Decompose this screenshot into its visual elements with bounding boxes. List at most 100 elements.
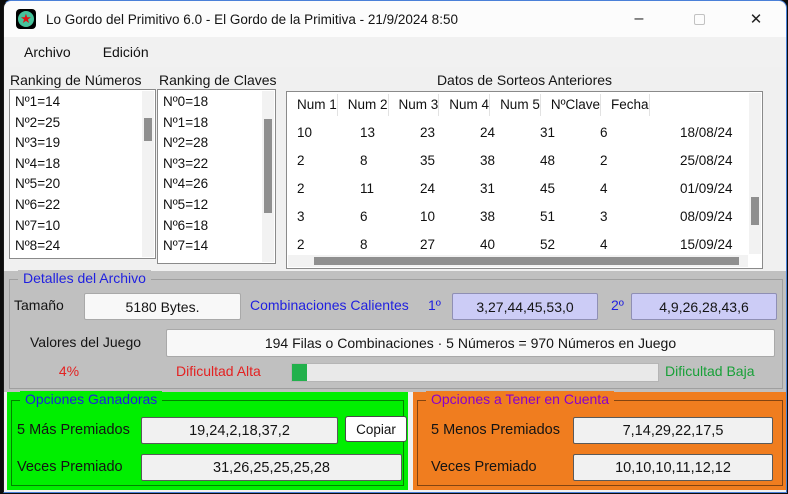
list-item[interactable]: Nº2=28 <box>163 133 275 154</box>
cell-num2: 8 <box>350 153 410 168</box>
cell-fecha: 15/09/24 <box>670 237 750 252</box>
sorteos-table-header: Num 1Num 2Num 3Num 4Num 5NºClaveFecha <box>287 92 762 118</box>
table-hscroll-thumb[interactable] <box>314 257 739 265</box>
list-item[interactable]: Nº0=18 <box>163 92 275 113</box>
ranking-numeros-label: Ranking de Números <box>10 72 142 88</box>
cell-num3: 27 <box>410 237 470 252</box>
cell-num1: 10 <box>287 125 350 140</box>
cell-num5: 45 <box>530 181 590 196</box>
list-item[interactable]: Nº7=10 <box>15 216 155 237</box>
list-item[interactable]: Nº6=18 <box>163 216 275 237</box>
table-row[interactable]: 2 8 35 38 48 2 25/08/24 <box>287 146 762 174</box>
list-item[interactable]: Nº1=14 <box>15 92 155 113</box>
cell-clave: 3 <box>590 209 670 224</box>
list-item[interactable]: Nº4=18 <box>15 154 155 175</box>
dificultad-baja-label: Dificultad Baja <box>665 363 755 379</box>
combinaciones-calientes-label: Combinaciones Calientes <box>250 297 409 313</box>
sorteos-label: Datos de Sorteos Anteriores <box>286 72 763 88</box>
veces-premiado-value: 31,26,25,25,25,28 <box>141 454 402 481</box>
list-item[interactable]: Nº2=25 <box>15 113 155 134</box>
table-row[interactable]: 2 8 27 40 52 4 15/09/24 <box>287 230 762 258</box>
ranking-claves-listbox[interactable]: Nº0=18Nº1=18Nº2=28Nº3=22Nº4=26Nº5=12Nº6=… <box>157 89 276 264</box>
close-button[interactable]: ✕ <box>734 2 778 36</box>
column-header[interactable]: Num 5 <box>490 94 541 116</box>
veces-premiado-label: Veces Premiado <box>17 459 123 475</box>
dificultad-alta-label: Dificultad Alta <box>176 363 261 379</box>
column-header[interactable]: Num 2 <box>338 94 389 116</box>
table-vertical-scrollbar[interactable] <box>749 93 761 254</box>
cell-num2: 6 <box>350 209 410 224</box>
screen: ★ Lo Gordo del Primitivo 6.0 - El Gordo … <box>0 0 788 494</box>
ranking-numeros-listbox[interactable]: Nº1=14Nº2=25Nº3=19Nº4=18Nº5=20Nº6=22Nº7=… <box>9 89 156 259</box>
cell-fecha: 18/08/24 <box>670 125 750 140</box>
table-vscroll-thumb[interactable] <box>751 197 759 225</box>
star-icon-circle: ★ <box>18 11 34 27</box>
cell-num3: 23 <box>410 125 470 140</box>
list-item[interactable]: Nº3=19 <box>15 133 155 154</box>
table-horizontal-scrollbar[interactable] <box>288 255 748 267</box>
claves-scrollbar-thumb[interactable] <box>264 119 272 213</box>
table-row[interactable]: 10 13 23 24 31 6 18/08/24 <box>287 118 762 146</box>
ranking-numeros-items: Nº1=14Nº2=25Nº3=19Nº4=18Nº5=20Nº6=22Nº7=… <box>10 90 155 257</box>
title-bar: ★ Lo Gordo del Primitivo 6.0 - El Gordo … <box>4 1 786 37</box>
cell-num1: 2 <box>287 153 350 168</box>
cell-num3: 10 <box>410 209 470 224</box>
cell-num1: 2 <box>287 181 350 196</box>
star-icon: ★ <box>20 12 32 26</box>
veces-premiado-value2: 10,10,10,11,12,12 <box>573 454 773 481</box>
cell-clave: 4 <box>590 237 670 252</box>
list-item[interactable]: Nº6=22 <box>15 195 155 216</box>
close-icon: ✕ <box>750 10 763 28</box>
cell-fecha: 08/09/24 <box>670 209 750 224</box>
cell-num3: 35 <box>410 153 470 168</box>
cell-num1: 2 <box>287 237 350 252</box>
copiar-button[interactable]: Copiar <box>345 416 407 442</box>
claves-scrollbar[interactable] <box>262 91 274 262</box>
minimize-button[interactable]: – <box>617 2 661 36</box>
app-star-icon: ★ <box>16 9 36 29</box>
veces-premiado-label2: Veces Premiado <box>431 459 537 475</box>
numeros-scrollbar-thumb[interactable] <box>144 118 152 141</box>
cell-num4: 40 <box>470 237 530 252</box>
opciones-cuenta-panel: Opciones a Tener en Cuenta 5 Menos Premi… <box>413 392 787 490</box>
ranking-claves-items: Nº0=18Nº1=18Nº2=28Nº3=22Nº4=26Nº5=12Nº6=… <box>158 90 275 257</box>
cell-num5: 31 <box>530 125 590 140</box>
menos-premiados-label: 5 Menos Premiados <box>431 422 560 438</box>
numeros-scrollbar[interactable] <box>142 91 154 257</box>
column-header[interactable]: Fecha <box>601 94 650 116</box>
sorteos-table[interactable]: Num 1Num 2Num 3Num 4Num 5NºClaveFecha 10… <box>286 91 763 269</box>
list-item[interactable]: Nº5=12 <box>163 195 275 216</box>
detalles-section: Detalles del Archivo Tamaño 5180 Bytes. … <box>4 271 787 392</box>
table-row[interactable]: 2 11 24 31 45 4 01/09/24 <box>287 174 762 202</box>
second-combo-value: 4,9,26,28,43,6 <box>631 293 777 320</box>
column-header[interactable]: Num 1 <box>287 94 338 116</box>
minimize-icon: – <box>635 10 644 28</box>
cell-clave: 2 <box>590 153 670 168</box>
detalles-title: Detalles del Archivo <box>18 270 151 286</box>
ranking-claves-label: Ranking de Claves <box>159 72 277 88</box>
cell-num5: 52 <box>530 237 590 252</box>
list-item[interactable]: Nº3=22 <box>163 154 275 175</box>
list-item[interactable]: Nº5=20 <box>15 174 155 195</box>
first-combo-label: 1º <box>428 297 441 313</box>
app-window: ★ Lo Gordo del Primitivo 6.0 - El Gordo … <box>3 0 787 493</box>
cell-num2: 13 <box>350 125 410 140</box>
cell-fecha: 01/09/24 <box>670 181 750 196</box>
menu-item[interactable]: Archivo <box>12 40 83 64</box>
mas-premiados-value: 19,24,2,18,37,2 <box>141 417 338 444</box>
cell-num4: 31 <box>470 181 530 196</box>
list-item[interactable]: Nº1=18 <box>163 113 275 134</box>
column-header[interactable]: NºClave <box>541 94 601 116</box>
cell-num5: 51 <box>530 209 590 224</box>
list-item[interactable]: Nº8=24 <box>15 236 155 257</box>
cell-clave: 6 <box>590 125 670 140</box>
list-item[interactable]: Nº4=26 <box>163 174 275 195</box>
menu-item[interactable]: Edición <box>91 40 161 64</box>
column-header[interactable]: Num 3 <box>389 94 440 116</box>
list-item[interactable]: Nº7=14 <box>163 236 275 257</box>
sorteos-table-body: 10 13 23 24 31 6 18/08/24 2 8 35 3 8 4 <box>287 118 762 258</box>
cell-num2: 8 <box>350 237 410 252</box>
valores-juego-label: Valores del Juego <box>30 334 141 350</box>
column-header[interactable]: Num 4 <box>439 94 490 116</box>
table-row[interactable]: 3 6 10 38 51 3 08/09/24 <box>287 202 762 230</box>
